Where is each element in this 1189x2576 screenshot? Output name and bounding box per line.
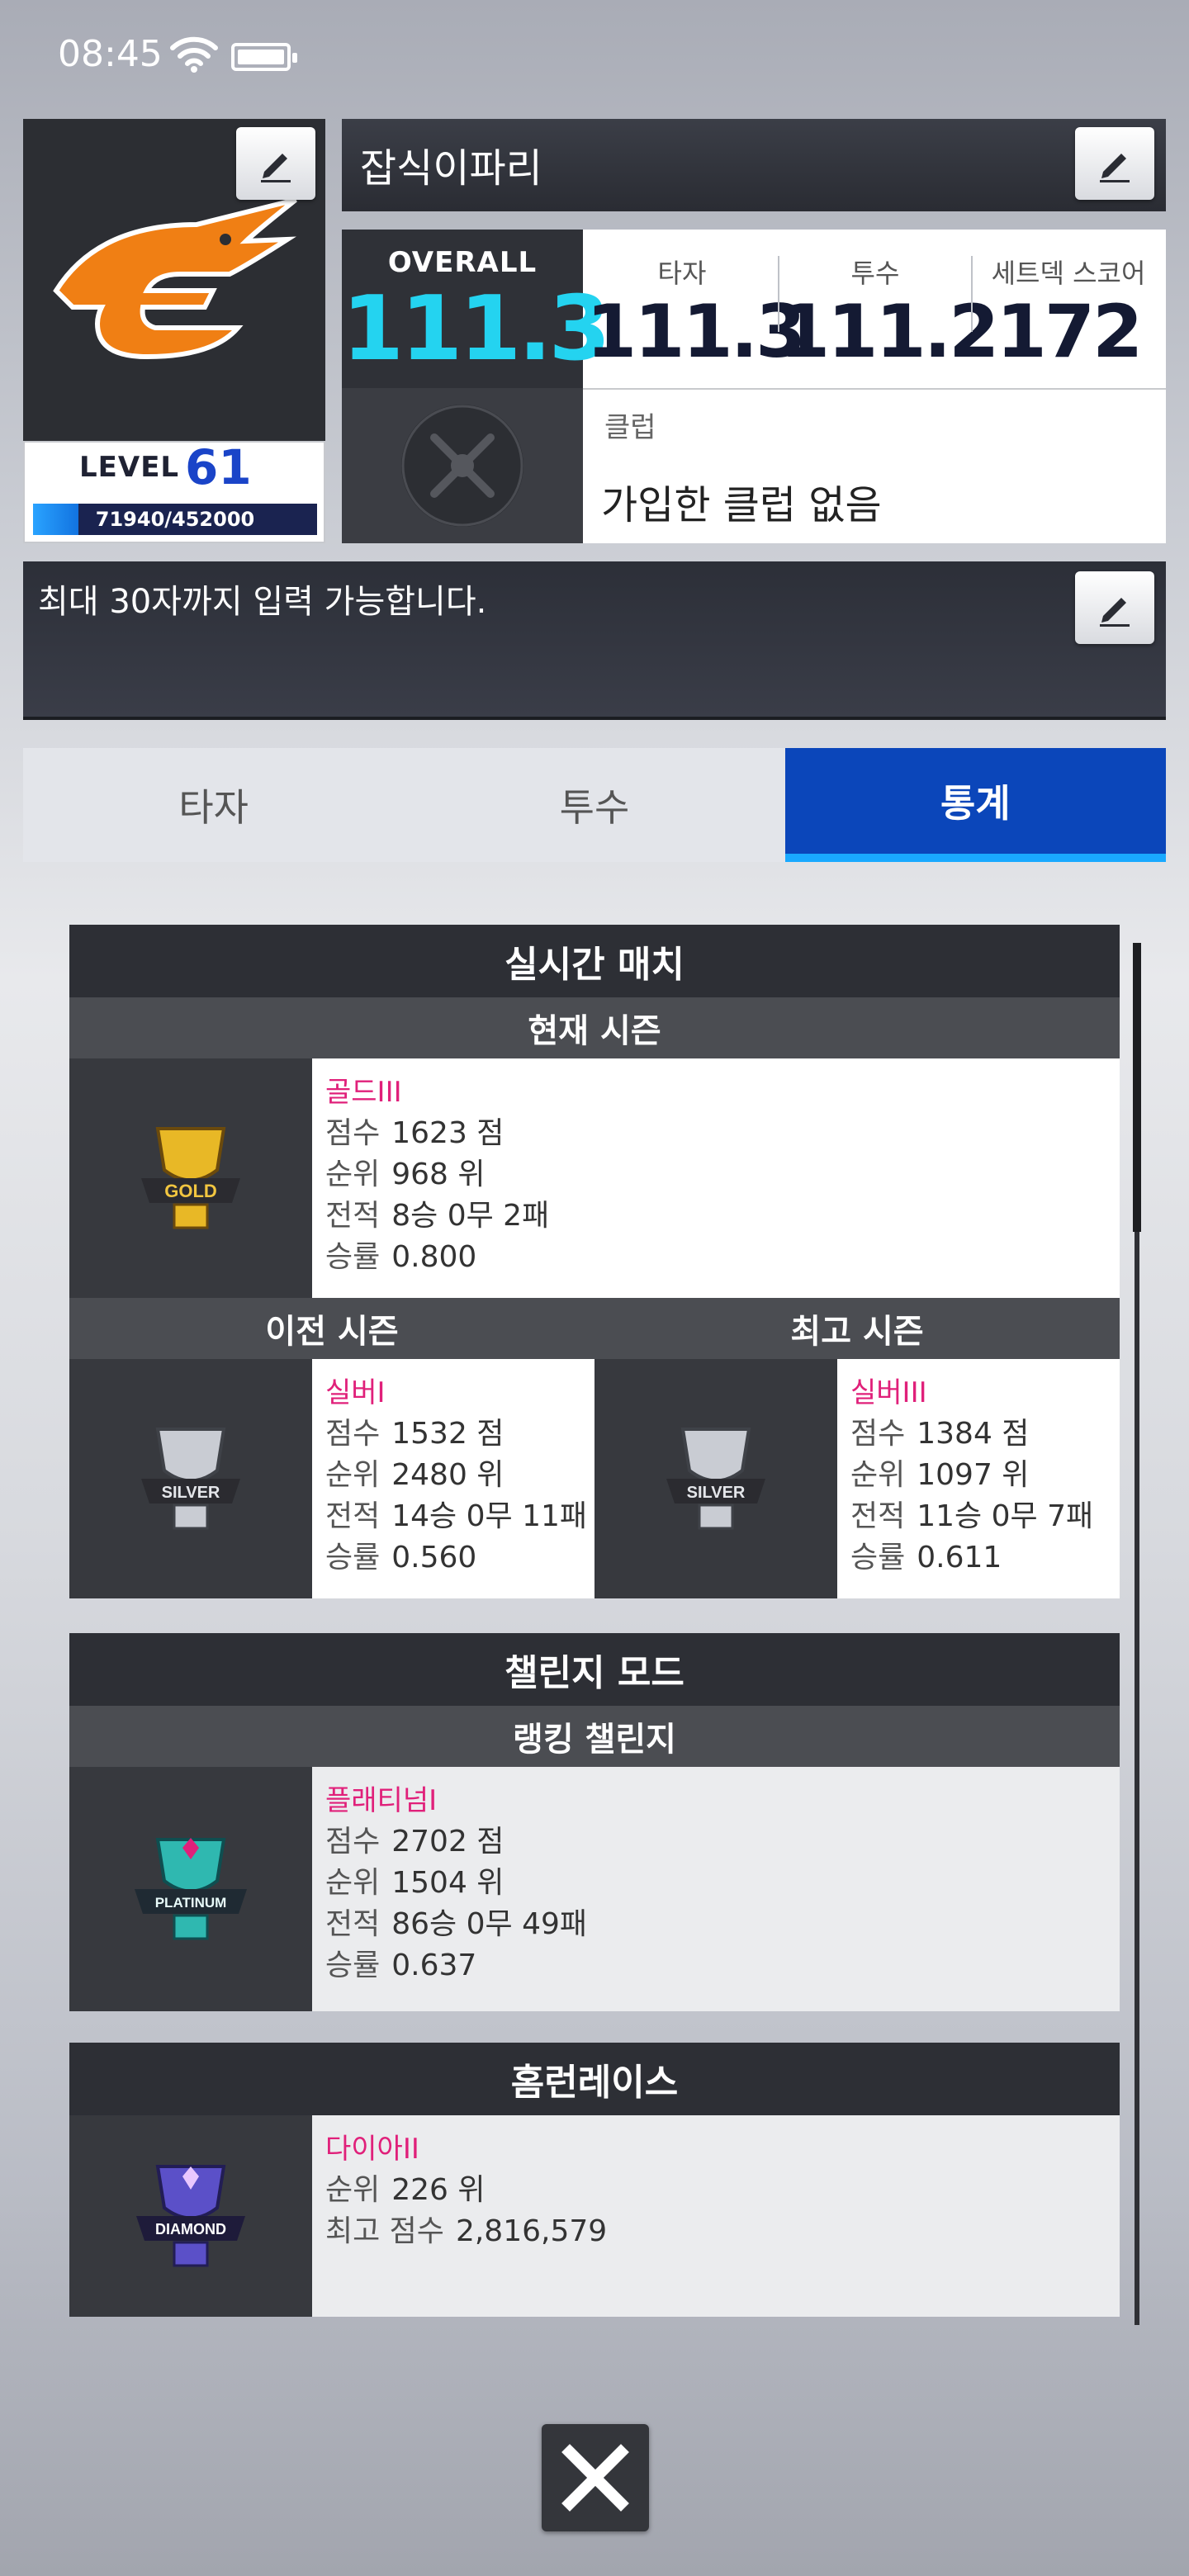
stat-setdeck-score: 세트덱 스코어 172 xyxy=(973,253,1164,373)
tier-name: 골드III xyxy=(325,1076,402,1109)
edit-logo-button[interactable] xyxy=(236,127,315,200)
edit-intro-button[interactable] xyxy=(1075,571,1154,644)
stat-label: 타자 xyxy=(657,258,707,289)
rank-row: 순위 1097 위 xyxy=(850,1458,1030,1492)
level-value: 61 xyxy=(185,439,252,495)
homerun-info: 다이아II 순위 226 위 최고 점수 2,816,579 xyxy=(312,2115,1120,2317)
player-name: 잡식이파리 xyxy=(360,145,542,192)
winrate-row: 승률 0.800 xyxy=(325,1240,477,1274)
stat-label: 세트덱 스코어 xyxy=(991,258,1146,289)
rank-row: 순위 968 위 xyxy=(325,1158,486,1191)
previous-badge-cell: SILVER xyxy=(69,1359,312,1598)
record-row: 전적 8승 0무 2패 xyxy=(325,1199,550,1233)
winrate-row: 승률 0.560 xyxy=(325,1541,477,1574)
previous-season-title: 이전 시즌 xyxy=(69,1298,594,1359)
overall-value: 111.3 xyxy=(342,277,611,381)
stat-value: 172 xyxy=(996,289,1144,374)
previous-season-info: 실버I 점수 1532 점 순위 2480 위 전적 14승 0무 11패 승률 0.5… xyxy=(312,1359,594,1598)
stat-value: 111.3 xyxy=(586,289,806,374)
club-label: 클럽 xyxy=(604,411,656,444)
stat-value: 111.2 xyxy=(779,289,999,374)
xp-progress-bar: 71940/452000 xyxy=(33,504,317,535)
badge-text: DIAMOND xyxy=(155,2221,226,2237)
record-row: 전적 86승 0무 49패 xyxy=(325,1907,588,1941)
tier-name: 실버III xyxy=(850,1376,927,1409)
ranking-challenge-title: 랭킹 챌린지 xyxy=(69,1706,1120,1767)
current-badge-cell: GOLD xyxy=(69,1058,312,1298)
score-row: 점수 2702 점 xyxy=(325,1825,504,1859)
diamond-badge-icon: DIAMOND xyxy=(136,2165,245,2267)
team-logo-icon xyxy=(53,197,297,360)
badge-text: SILVER xyxy=(162,1484,220,1502)
tab-stats[interactable]: 통계 xyxy=(784,748,1166,862)
club-emblem-icon xyxy=(401,405,523,527)
status-clock: 08:45 xyxy=(58,33,163,75)
gold-badge-icon: GOLD xyxy=(141,1127,240,1229)
scrollbar-thumb[interactable] xyxy=(1133,943,1141,1232)
realtime-title: 실시간 매치 xyxy=(69,925,1120,997)
close-button[interactable] xyxy=(542,2424,649,2531)
best-badge-cell: SILVER xyxy=(594,1359,837,1598)
stat-batter: 타자 111.3 xyxy=(586,253,806,374)
profile-tabs: 타자 투수 통계 xyxy=(23,748,1166,862)
club-value: 가입한 클럽 없음 xyxy=(601,482,882,528)
badge-text: GOLD xyxy=(164,1181,217,1201)
xp-text: 71940/452000 xyxy=(95,508,255,531)
tab-batter[interactable]: 타자 xyxy=(23,748,404,862)
best-season-title: 최고 시즌 xyxy=(594,1298,1120,1359)
silver-badge-icon: SILVER xyxy=(666,1428,765,1530)
record-row: 전적 11승 0무 7패 xyxy=(850,1499,1094,1533)
pencil-icon xyxy=(1100,154,1130,182)
badge-text: SILVER xyxy=(687,1484,746,1502)
silver-badge-icon: SILVER xyxy=(141,1428,240,1530)
rank-row: 순위 2480 위 xyxy=(325,1458,504,1492)
stat-pitcher: 투수 111.2 xyxy=(779,253,999,374)
ranking-challenge-info: 플래티넘I 점수 2702 점 순위 1504 위 전적 86승 0무 49패 승률 0… xyxy=(312,1767,1120,2011)
ranking-badge-cell: PLATINUM xyxy=(69,1767,312,2011)
best-score-row: 최고 점수 2,816,579 xyxy=(325,2214,608,2248)
homerun-badge-cell: DIAMOND xyxy=(69,2115,312,2317)
stat-label: 투수 xyxy=(850,258,900,289)
tab-pitcher[interactable]: 투수 xyxy=(404,748,784,862)
edit-name-button[interactable] xyxy=(1075,127,1154,200)
homerun-title: 홈런레이스 xyxy=(69,2043,1120,2115)
level-label: LEVEL xyxy=(79,451,180,484)
challenge-title: 챌린지 모드 xyxy=(69,1633,1120,1706)
divider xyxy=(583,388,1166,390)
score-row: 점수 1384 점 xyxy=(850,1417,1030,1451)
current-season-info: 골드III 점수 1623 점 순위 968 위 전적 8승 0무 2패 승률 0.80… xyxy=(312,1058,1120,1298)
wifi-icon xyxy=(170,36,218,73)
winrate-row: 승률 0.637 xyxy=(325,1949,477,1982)
tier-name: 플래티넘I xyxy=(325,1784,438,1817)
score-row: 점수 1623 점 xyxy=(325,1116,504,1150)
tier-name: 다이아II xyxy=(325,2133,419,2166)
winrate-row: 승률 0.611 xyxy=(850,1541,1002,1574)
pencil-icon xyxy=(1100,598,1130,627)
rank-row: 순위 226 위 xyxy=(325,2173,486,2207)
best-season-info: 실버III 점수 1384 점 순위 1097 위 전적 11승 0무 7패 승률 0.… xyxy=(837,1359,1120,1598)
tier-name: 실버I xyxy=(325,1376,386,1409)
current-season-title: 현재 시즌 xyxy=(69,997,1120,1058)
battery-icon xyxy=(231,43,297,71)
platinum-badge-icon: PLATINUM xyxy=(135,1838,247,1940)
close-icon xyxy=(561,2444,629,2512)
badge-text: PLATINUM xyxy=(155,1895,227,1911)
score-row: 점수 1532 점 xyxy=(325,1417,504,1451)
rank-row: 순위 1504 위 xyxy=(325,1866,504,1900)
record-row: 전적 14승 0무 11패 xyxy=(325,1499,588,1533)
intro-placeholder: 최대 30자까지 입력 가능합니다. xyxy=(38,583,487,621)
pencil-icon xyxy=(261,154,291,182)
overall-label: OVERALL xyxy=(387,246,538,279)
